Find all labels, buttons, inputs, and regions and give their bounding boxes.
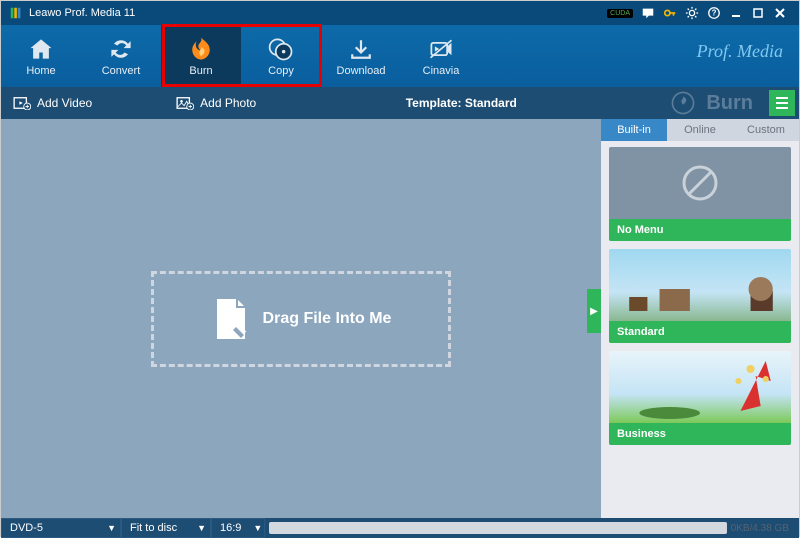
chevron-down-icon: ▼ [197,523,206,533]
chevron-down-icon: ▼ [107,523,116,533]
nav-label: Copy [268,65,294,77]
template-label: Standard [609,321,791,343]
nav-cinavia[interactable]: Cinavia [401,25,481,87]
add-photo-button[interactable]: Add Photo [164,96,268,110]
aspect-ratio-dropdown[interactable]: 16:9 ▼ [211,518,265,538]
view-toggle-button[interactable] [769,90,795,116]
maximize-button[interactable] [747,2,769,24]
sub-toolbar: Add Video Add Photo Template: Standard B… [1,87,799,119]
size-progress-label: 0KB/4.38 GB [731,523,799,534]
photo-icon [176,96,194,110]
template-thumb [609,249,791,321]
add-video-button[interactable]: Add Video [1,96,104,110]
template-card-business[interactable]: Business [609,351,791,445]
tab-online[interactable]: Online [667,119,733,141]
brand-text: Prof. Media [697,41,783,62]
minimize-button[interactable] [725,2,747,24]
disc-type-value: DVD-5 [10,522,43,534]
template-card-nomenu[interactable]: No Menu [609,147,791,241]
close-button[interactable] [769,2,791,24]
nav-label: Convert [102,65,141,77]
nav-label: Burn [189,65,212,77]
nav-download[interactable]: Download [321,25,401,87]
burn-action-label: Burn [706,92,753,115]
file-drop-icon [211,297,251,341]
app-title: Leawo Prof. Media 11 [29,7,135,19]
template-list: No Menu ✓ Standard Business [601,141,799,518]
help-icon[interactable]: ? [703,2,725,24]
nav-label: Cinavia [423,65,460,77]
nav-label: Home [26,65,55,77]
nav-label: Download [337,65,386,77]
size-progress-bar [269,522,727,534]
template-panel: ▶ Built-in Online Custom No Menu ✓ Stand… [601,119,799,518]
feedback-icon[interactable] [637,2,659,24]
bottom-bar: DVD-5 ▼ Fit to disc ▼ 16:9 ▼ 0KB/4.38 GB [1,518,799,538]
burn-action-button[interactable]: Burn [654,90,769,116]
template-tabs: Built-in Online Custom [601,119,799,141]
video-icon [13,96,31,110]
app-logo-icon [9,6,23,20]
chevron-down-icon: ▼ [253,523,262,533]
drop-zone[interactable]: Drag File Into Me [151,271,451,367]
nav-convert[interactable]: Convert [81,25,161,87]
main-nav: Home Convert Burn Copy Download Cinavia … [1,25,799,87]
fit-mode-dropdown[interactable]: Fit to disc ▼ [121,518,211,538]
nav-copy[interactable]: Copy [241,25,321,87]
settings-icon[interactable] [681,2,703,24]
svg-text:?: ? [712,9,717,18]
list-view-icon [774,95,790,111]
template-thumb [609,147,791,219]
panel-collapse-handle[interactable]: ▶ [587,289,601,333]
template-label: Business [609,423,791,445]
drop-zone-text: Drag File Into Me [263,310,392,328]
template-card-standard[interactable]: ✓ Standard [609,249,791,343]
disabled-icon [680,163,720,203]
tab-custom[interactable]: Custom [733,119,799,141]
aspect-ratio-value: 16:9 [220,522,241,534]
disc-type-dropdown[interactable]: DVD-5 ▼ [1,518,121,538]
drop-stage[interactable]: Drag File Into Me [1,119,601,518]
template-indicator: Template: Standard [268,96,654,110]
burn-flame-icon [670,90,696,116]
key-icon[interactable] [659,2,681,24]
gpu-badge: CUDA [607,9,633,18]
nav-burn[interactable]: Burn [161,25,241,87]
template-thumb [609,351,791,423]
fit-mode-value: Fit to disc [130,522,177,534]
title-bar: Leawo Prof. Media 11 CUDA ? [1,1,799,25]
nav-home[interactable]: Home [1,25,81,87]
add-photo-label: Add Photo [200,96,256,110]
add-video-label: Add Video [37,96,92,110]
content-area: Drag File Into Me ▶ Built-in Online Cust… [1,119,799,518]
template-label: No Menu [609,219,791,241]
tab-builtin[interactable]: Built-in [601,119,667,141]
